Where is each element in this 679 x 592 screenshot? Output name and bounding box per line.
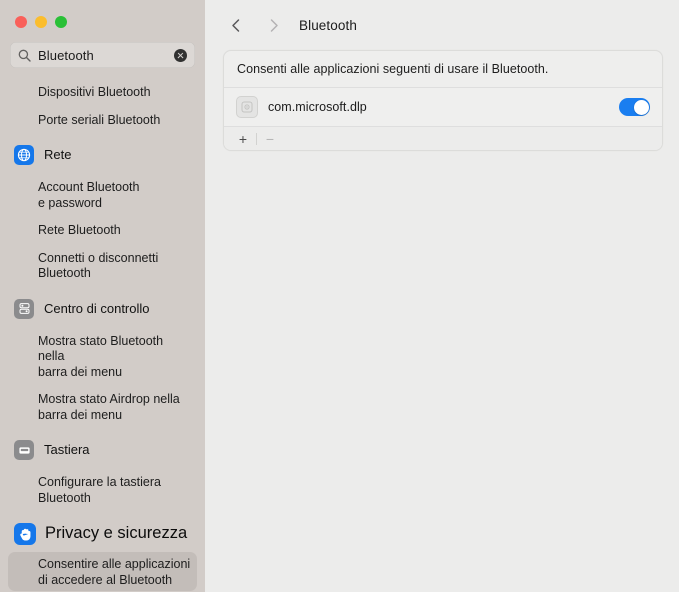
remove-app-button: − (265, 130, 275, 147)
sidebar-item-mostra-stato-bluetooth[interactable]: Mostra stato Bluetooth nella barra dei m… (8, 329, 197, 384)
traffic-lights (0, 0, 205, 36)
sidebar-item-dispositivi-bluetooth[interactable]: Dispositivi Bluetooth (8, 80, 197, 104)
clear-search-icon[interactable] (174, 48, 187, 62)
card-description: Consenti alle applicazioni seguenti di u… (224, 51, 662, 88)
sidebar-item-label: Account Bluetooth e password (38, 180, 140, 210)
chevron-left-icon (230, 18, 243, 33)
add-app-button[interactable]: + (232, 128, 254, 150)
sidebar-item-label: Rete Bluetooth (38, 223, 121, 237)
sidebar-item-label: Consentire alle applicazioni di accedere… (38, 557, 191, 587)
page-title: Bluetooth (299, 17, 357, 33)
sidebar-item-label: Tastiera (44, 442, 90, 457)
search-container: Bluetooth (0, 36, 205, 68)
sidebar-item-privacy-e-sicurezza[interactable]: Privacy e sicurezza (8, 520, 197, 548)
table-row[interactable]: com.microsoft.dlp (224, 88, 662, 127)
hand-raised-icon (14, 523, 36, 545)
keyboard-icon (14, 440, 34, 460)
forward-button[interactable] (258, 10, 288, 40)
sidebar-item-porte-seriali-bluetooth[interactable]: Porte seriali Bluetooth (8, 108, 197, 132)
globe-icon (14, 145, 34, 165)
maximize-window-button[interactable] (55, 16, 67, 28)
footer-divider (256, 132, 257, 145)
sidebar-item-label: Mostra stato Airdrop nella barra dei men… (38, 392, 180, 422)
sidebar-item-mostra-stato-airdrop[interactable]: Mostra stato Airdrop nella barra dei men… (8, 387, 197, 426)
app-bundle-id: com.microsoft.dlp (268, 100, 367, 114)
search-icon (18, 49, 31, 62)
sidebar-item-label: Configurare la tastiera Bluetooth (38, 475, 161, 505)
sidebar-item-configurare-tastiera-bluetooth[interactable]: Configurare la tastiera Bluetooth (8, 470, 197, 509)
sidebar-item-consentire-applicazioni-bluetooth[interactable]: Consentire alle applicazioni di accedere… (8, 552, 197, 591)
app-bluetooth-toggle[interactable] (619, 98, 650, 116)
search-input[interactable]: Bluetooth (38, 48, 174, 63)
sidebar-item-label: Privacy e sicurezza (45, 524, 188, 542)
minimize-window-button[interactable] (35, 16, 47, 28)
close-window-button[interactable] (15, 16, 27, 28)
sidebar-list: Dispositivi Bluetooth Porte seriali Blue… (0, 73, 205, 592)
search-field[interactable]: Bluetooth (10, 42, 195, 68)
chevron-right-icon (267, 18, 280, 33)
control-center-icon (14, 298, 34, 319)
sidebar-item-label: Porte seriali Bluetooth (38, 112, 161, 127)
sidebar: Bluetooth Dispositivi Bluetooth Porte se… (0, 0, 205, 592)
sidebar-item-rete-bluetooth[interactable]: Rete Bluetooth (8, 218, 197, 242)
sidebar-item-connetti-disconnetti-bluetooth[interactable]: Connetti o disconnetti Bluetooth (8, 246, 197, 285)
system-settings-window: Bluetooth Dispositivi Bluetooth Porte se… (0, 0, 679, 592)
sidebar-item-centro-di-controllo[interactable]: Centro di controllo (8, 296, 197, 322)
back-button[interactable] (221, 10, 251, 40)
sidebar-item-label: Dispositivi Bluetooth (38, 85, 151, 99)
sidebar-item-label: Connetti o disconnetti Bluetooth (38, 250, 159, 281)
sidebar-item-tastiera[interactable]: Tastiera (8, 437, 197, 463)
generic-app-icon (236, 96, 258, 118)
toggle-knob (633, 99, 649, 115)
card-footer: + − (224, 127, 662, 150)
sidebar-item-label: Rete (44, 147, 72, 162)
sidebar-item-rete[interactable]: Rete (8, 142, 197, 168)
sidebar-item-account-bluetooth[interactable]: Account Bluetooth e password (8, 175, 197, 214)
bluetooth-permissions-card: Consenti alle applicazioni seguenti di u… (223, 50, 663, 151)
sidebar-item-label: Mostra stato Bluetooth nella barra dei m… (38, 333, 164, 379)
sidebar-item-label: Centro di controllo (44, 300, 150, 316)
toolbar: Bluetooth (205, 0, 679, 50)
main-panel: Bluetooth Consenti alle applicazioni seg… (205, 0, 679, 592)
